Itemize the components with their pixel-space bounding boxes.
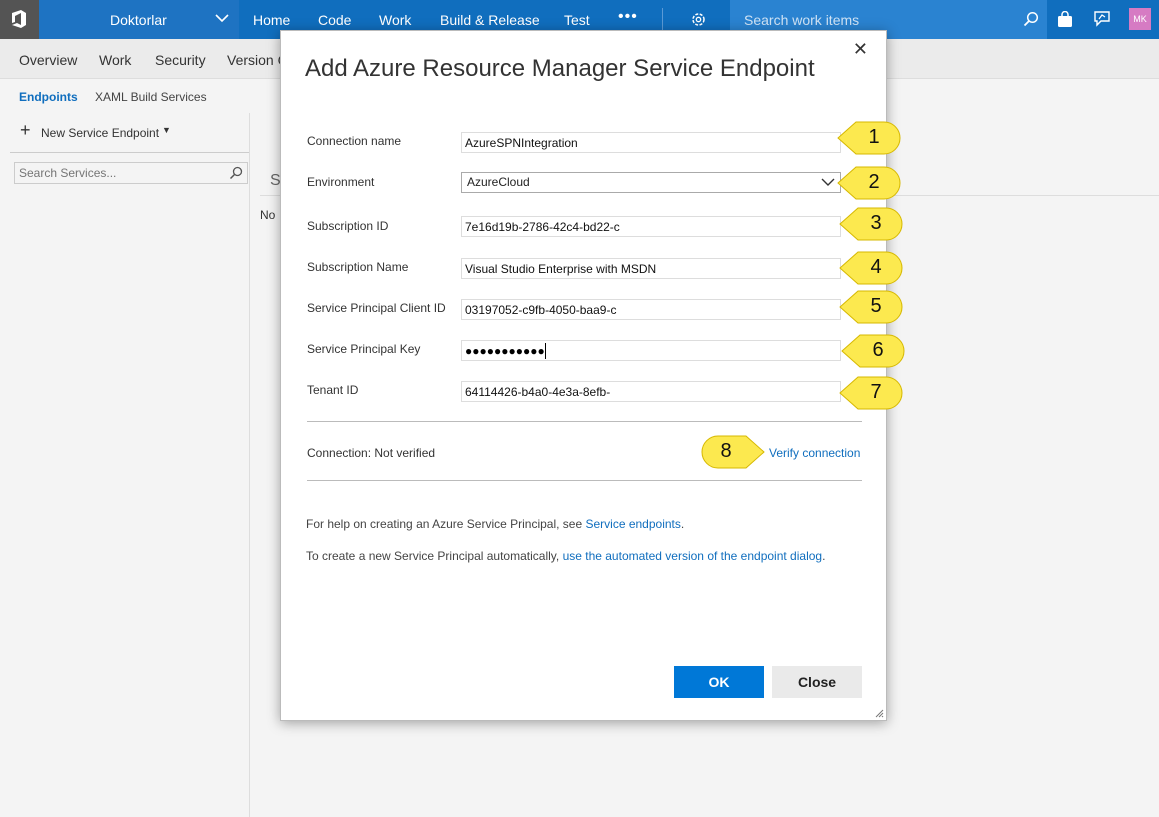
callout-number: 1 — [868, 126, 880, 148]
chevron-down-icon — [215, 14, 229, 23]
callout-marker: 7 — [838, 374, 904, 412]
tenant-id-input[interactable] — [461, 381, 841, 402]
help-text: To create a new Service Principal automa… — [306, 549, 563, 563]
service-principal-key-input[interactable]: ●●●●●●●●●●● — [461, 340, 841, 361]
client-id-input[interactable] — [461, 299, 841, 320]
more-icon[interactable]: ••• — [618, 8, 638, 26]
help-punct: . — [680, 517, 685, 531]
help-punct: . — [822, 549, 826, 563]
service-principal-key-label: Service Principal Key — [307, 342, 421, 356]
callout-number: 3 — [870, 212, 882, 234]
connection-name-label: Connection name — [307, 134, 402, 148]
callout-number: 6 — [872, 339, 884, 361]
callout-number: 4 — [870, 256, 882, 278]
subscription-name-input[interactable] — [461, 258, 841, 279]
close-button[interactable]: Close — [772, 666, 862, 698]
environment-value: AzureCloud — [467, 175, 530, 189]
callout-marker: 1 — [836, 119, 902, 157]
callout-number: 2 — [868, 171, 880, 193]
marketplace-bag-icon[interactable] — [1057, 11, 1073, 28]
divider — [307, 421, 862, 422]
subnav-security[interactable]: Security — [155, 52, 206, 68]
search-input[interactable]: Search work items — [744, 12, 859, 28]
tab-endpoints[interactable]: Endpoints — [19, 90, 78, 104]
callout-marker: 8 — [700, 433, 766, 471]
gear-icon[interactable] — [690, 11, 707, 28]
avatar[interactable]: MK — [1129, 8, 1151, 30]
connection-name-input[interactable] — [461, 132, 841, 153]
chevron-down-icon — [821, 178, 835, 186]
tenant-id-label: Tenant ID — [307, 383, 359, 397]
service-endpoints-link[interactable]: Service endpoints — [585, 517, 680, 531]
search-icon[interactable] — [1023, 11, 1039, 27]
subscription-id-input[interactable] — [461, 216, 841, 237]
help-text-automated: To create a new Service Principal automa… — [306, 549, 825, 563]
callout-number: 5 — [870, 295, 882, 317]
environment-label: Environment — [307, 175, 375, 189]
project-name: Doktorlar — [110, 12, 167, 28]
subnav-version-control[interactable]: Version C — [227, 52, 288, 68]
nav-code[interactable]: Code — [318, 12, 351, 28]
resize-grip-icon[interactable] — [874, 708, 884, 718]
close-icon[interactable]: ✕ — [853, 39, 868, 60]
search-services-input[interactable] — [15, 163, 215, 183]
callout-marker: 4 — [838, 249, 904, 287]
callout-marker: 2 — [836, 164, 902, 202]
nav-home[interactable]: Home — [253, 12, 290, 28]
automated-dialog-link[interactable]: use the automated version of the endpoin… — [563, 549, 823, 563]
project-selector[interactable]: Doktorlar — [39, 0, 239, 39]
search-icon[interactable] — [229, 166, 243, 180]
subnav-work[interactable]: Work — [99, 52, 131, 68]
subscription-id-label: Subscription ID — [307, 219, 389, 233]
subscription-name-label: Subscription Name — [307, 260, 409, 274]
feedback-icon[interactable] — [1093, 10, 1111, 28]
callout-marker: 3 — [838, 205, 904, 243]
nav-divider — [662, 8, 663, 32]
callout-number: 8 — [720, 440, 732, 462]
environment-select[interactable]: AzureCloud — [461, 172, 841, 193]
callout-marker: 6 — [840, 332, 906, 370]
divider — [10, 152, 249, 153]
callout-number: 7 — [870, 381, 882, 403]
client-id-label: Service Principal Client ID — [307, 301, 446, 315]
tab-xaml-build-services[interactable]: XAML Build Services — [95, 90, 207, 104]
divider — [307, 480, 862, 481]
plus-icon: + — [20, 120, 31, 140]
ok-button[interactable]: OK — [674, 666, 764, 698]
nav-work[interactable]: Work — [379, 12, 411, 28]
left-pane: + New Service Endpoint ▼ — [0, 113, 250, 817]
verify-connection-link[interactable]: Verify connection — [769, 446, 860, 460]
text-cursor — [545, 343, 546, 359]
subnav-overview[interactable]: Overview — [19, 52, 77, 68]
background-text-fragment: No — [260, 208, 276, 222]
add-endpoint-dialog: ✕ Add Azure Resource Manager Service End… — [280, 30, 887, 721]
new-service-endpoint-label: New Service Endpoint — [41, 126, 160, 140]
help-text-principal: For help on creating an Azure Service Pr… — [306, 517, 684, 531]
help-text: For help on creating an Azure Service Pr… — [306, 517, 586, 531]
vsts-logo-icon[interactable] — [0, 0, 39, 39]
search-services-box — [14, 162, 248, 184]
callout-marker: 5 — [838, 288, 904, 326]
nav-build-release[interactable]: Build & Release — [440, 12, 540, 28]
nav-test[interactable]: Test — [564, 12, 590, 28]
masked-key: ●●●●●●●●●●● — [465, 344, 545, 358]
connection-status: Connection: Not verified — [307, 446, 436, 460]
dialog-title: Add Azure Resource Manager Service Endpo… — [305, 55, 815, 82]
caret-down-icon: ▼ — [162, 125, 171, 135]
